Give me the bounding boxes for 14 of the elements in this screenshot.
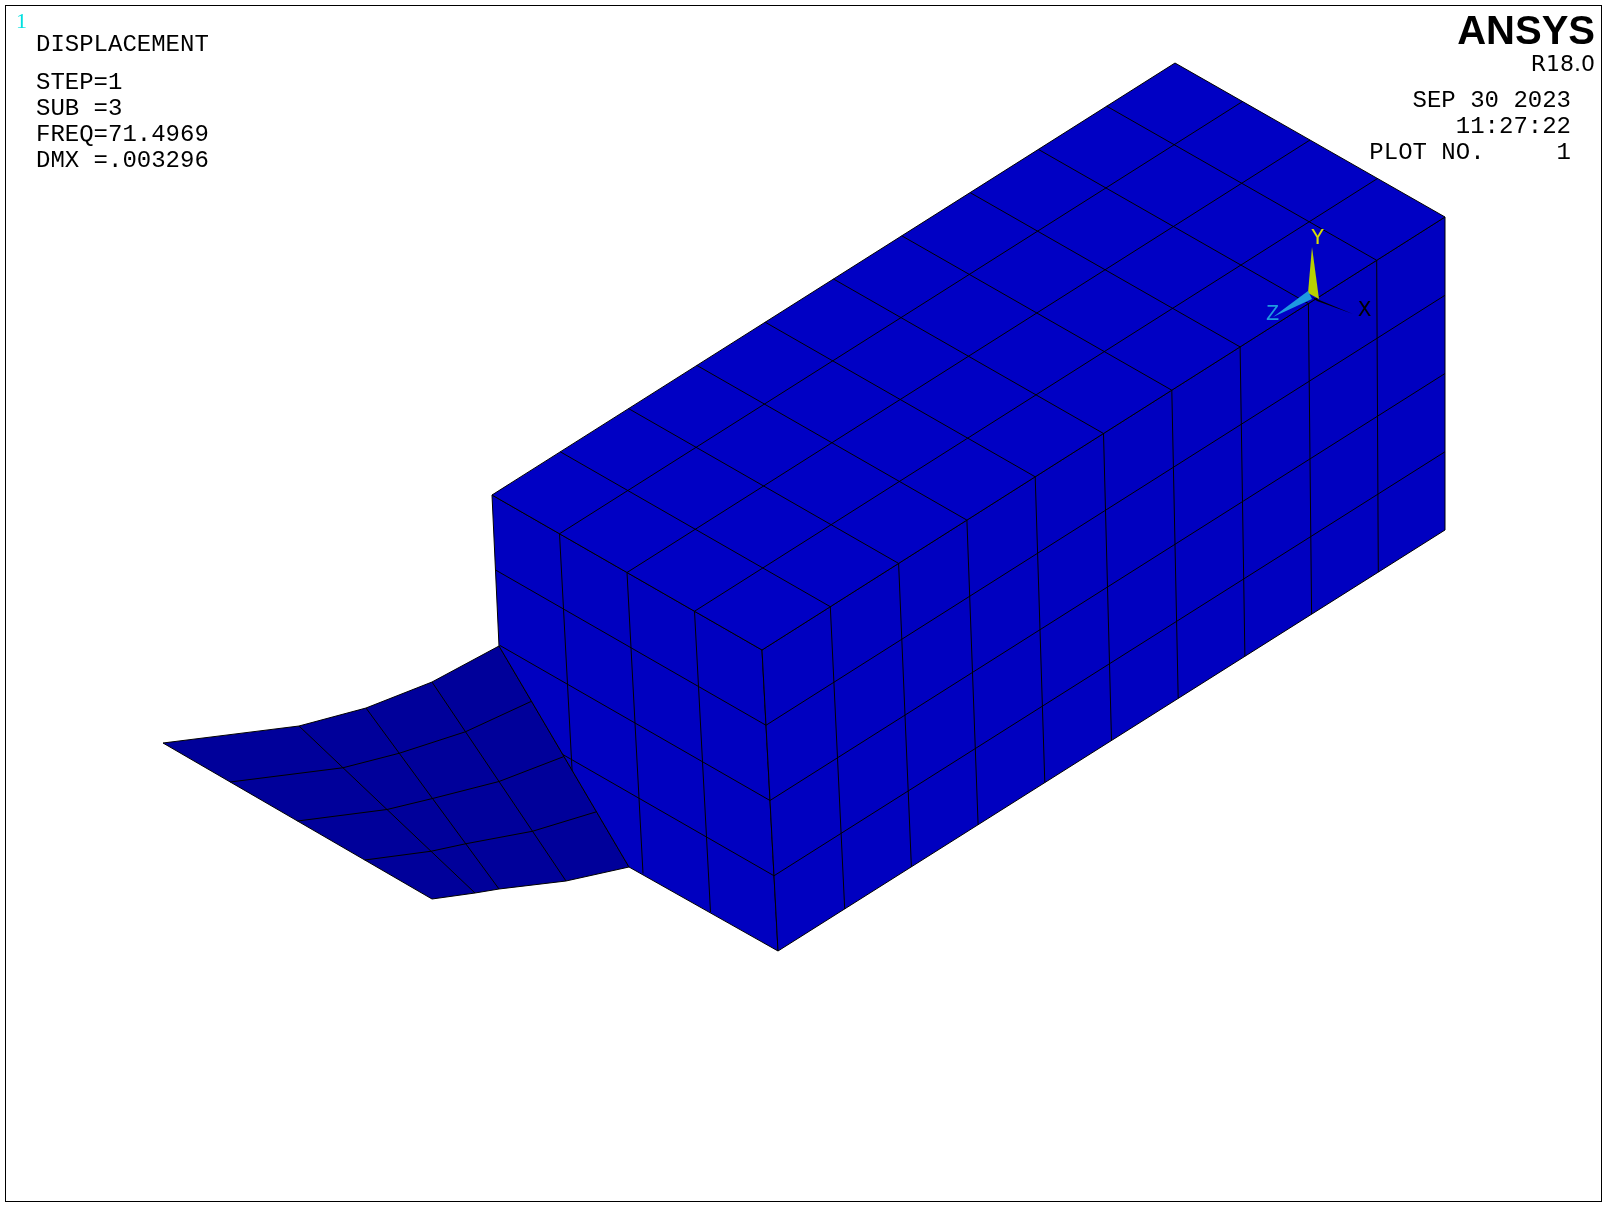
result-info-line: STEP=1 [36,70,124,96]
result-info-line: SUB =3 [36,96,124,122]
axis-label: Y [1311,228,1325,250]
result-info-line: DMX =.003296 [36,148,209,174]
plot-date: SEP 30 2023 [1412,88,1571,114]
result-title: DISPLACEMENT [36,32,209,58]
window-number: 1 [16,9,27,33]
plot-time: 11:27:22 [1455,114,1571,140]
axis-label: X [1358,300,1372,322]
result-info-line: FREQ=71.4969 [36,122,209,148]
plot-number: PLOT NO. 1 [1369,140,1571,166]
axis-label: Z [1266,304,1280,326]
product-logo: ANSYS [1457,8,1595,52]
release-label: R18.0 [1530,52,1595,76]
